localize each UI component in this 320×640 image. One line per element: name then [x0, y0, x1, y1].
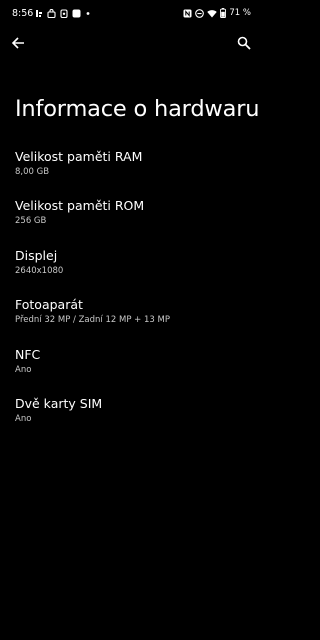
- status-time: 8:56: [12, 8, 34, 19]
- system-status-icons: 71 %: [183, 8, 251, 18]
- info-item-title: Velikost paměti RAM: [15, 149, 143, 164]
- info-item-title: Fotoaparát: [15, 297, 83, 312]
- do-not-disturb-icon: [195, 8, 205, 18]
- info-item-value: 8,00 GB: [15, 167, 50, 177]
- wifi-icon: [207, 9, 218, 18]
- notification-square-icon: [72, 9, 81, 18]
- info-item-title: NFC: [15, 347, 41, 362]
- notification-icons: [35, 9, 91, 18]
- page-title: Informace o hardwaru: [15, 96, 260, 122]
- info-item-value: 256 GB: [15, 216, 47, 226]
- search-button[interactable]: [234, 34, 254, 54]
- notification-bag-icon: [47, 9, 56, 18]
- info-item-title: Velikost paměti ROM: [15, 198, 145, 213]
- info-item-ram[interactable]: Velikost paměti RAM 8,00 GB: [15, 149, 252, 187]
- back-button[interactable]: [8, 34, 28, 54]
- info-item-value: Ano: [15, 365, 32, 375]
- info-item-value: Přední 32 MP / Zadní 12 MP + 13 MP: [15, 315, 170, 325]
- info-item-nfc[interactable]: NFC Ano: [15, 347, 252, 385]
- status-bar: 8:56 71 %: [0, 0, 262, 28]
- arrow-back-icon: [11, 35, 25, 54]
- battery-percent: 71 %: [229, 8, 251, 18]
- nfc-icon: [183, 9, 192, 18]
- info-item-value: Ano: [15, 414, 32, 424]
- info-item-dual-sim[interactable]: Dvě karty SIM Ano: [15, 396, 252, 434]
- app-bar: [0, 30, 262, 58]
- info-item-title: Dvě karty SIM: [15, 396, 103, 411]
- battery-icon: [220, 8, 227, 18]
- info-item-camera[interactable]: Fotoaparát Přední 32 MP / Zadní 12 MP + …: [15, 297, 252, 335]
- search-icon: [237, 35, 251, 54]
- notification-shield-icon: [60, 9, 68, 18]
- info-item-rom[interactable]: Velikost paměti ROM 256 GB: [15, 198, 252, 236]
- more-notifications-dot-icon: [85, 9, 91, 18]
- info-item-value: 2640x1080: [15, 266, 64, 276]
- info-item-title: Displej: [15, 248, 58, 263]
- notification-app-icon: [35, 9, 43, 18]
- info-item-display[interactable]: Displej 2640x1080: [15, 248, 252, 286]
